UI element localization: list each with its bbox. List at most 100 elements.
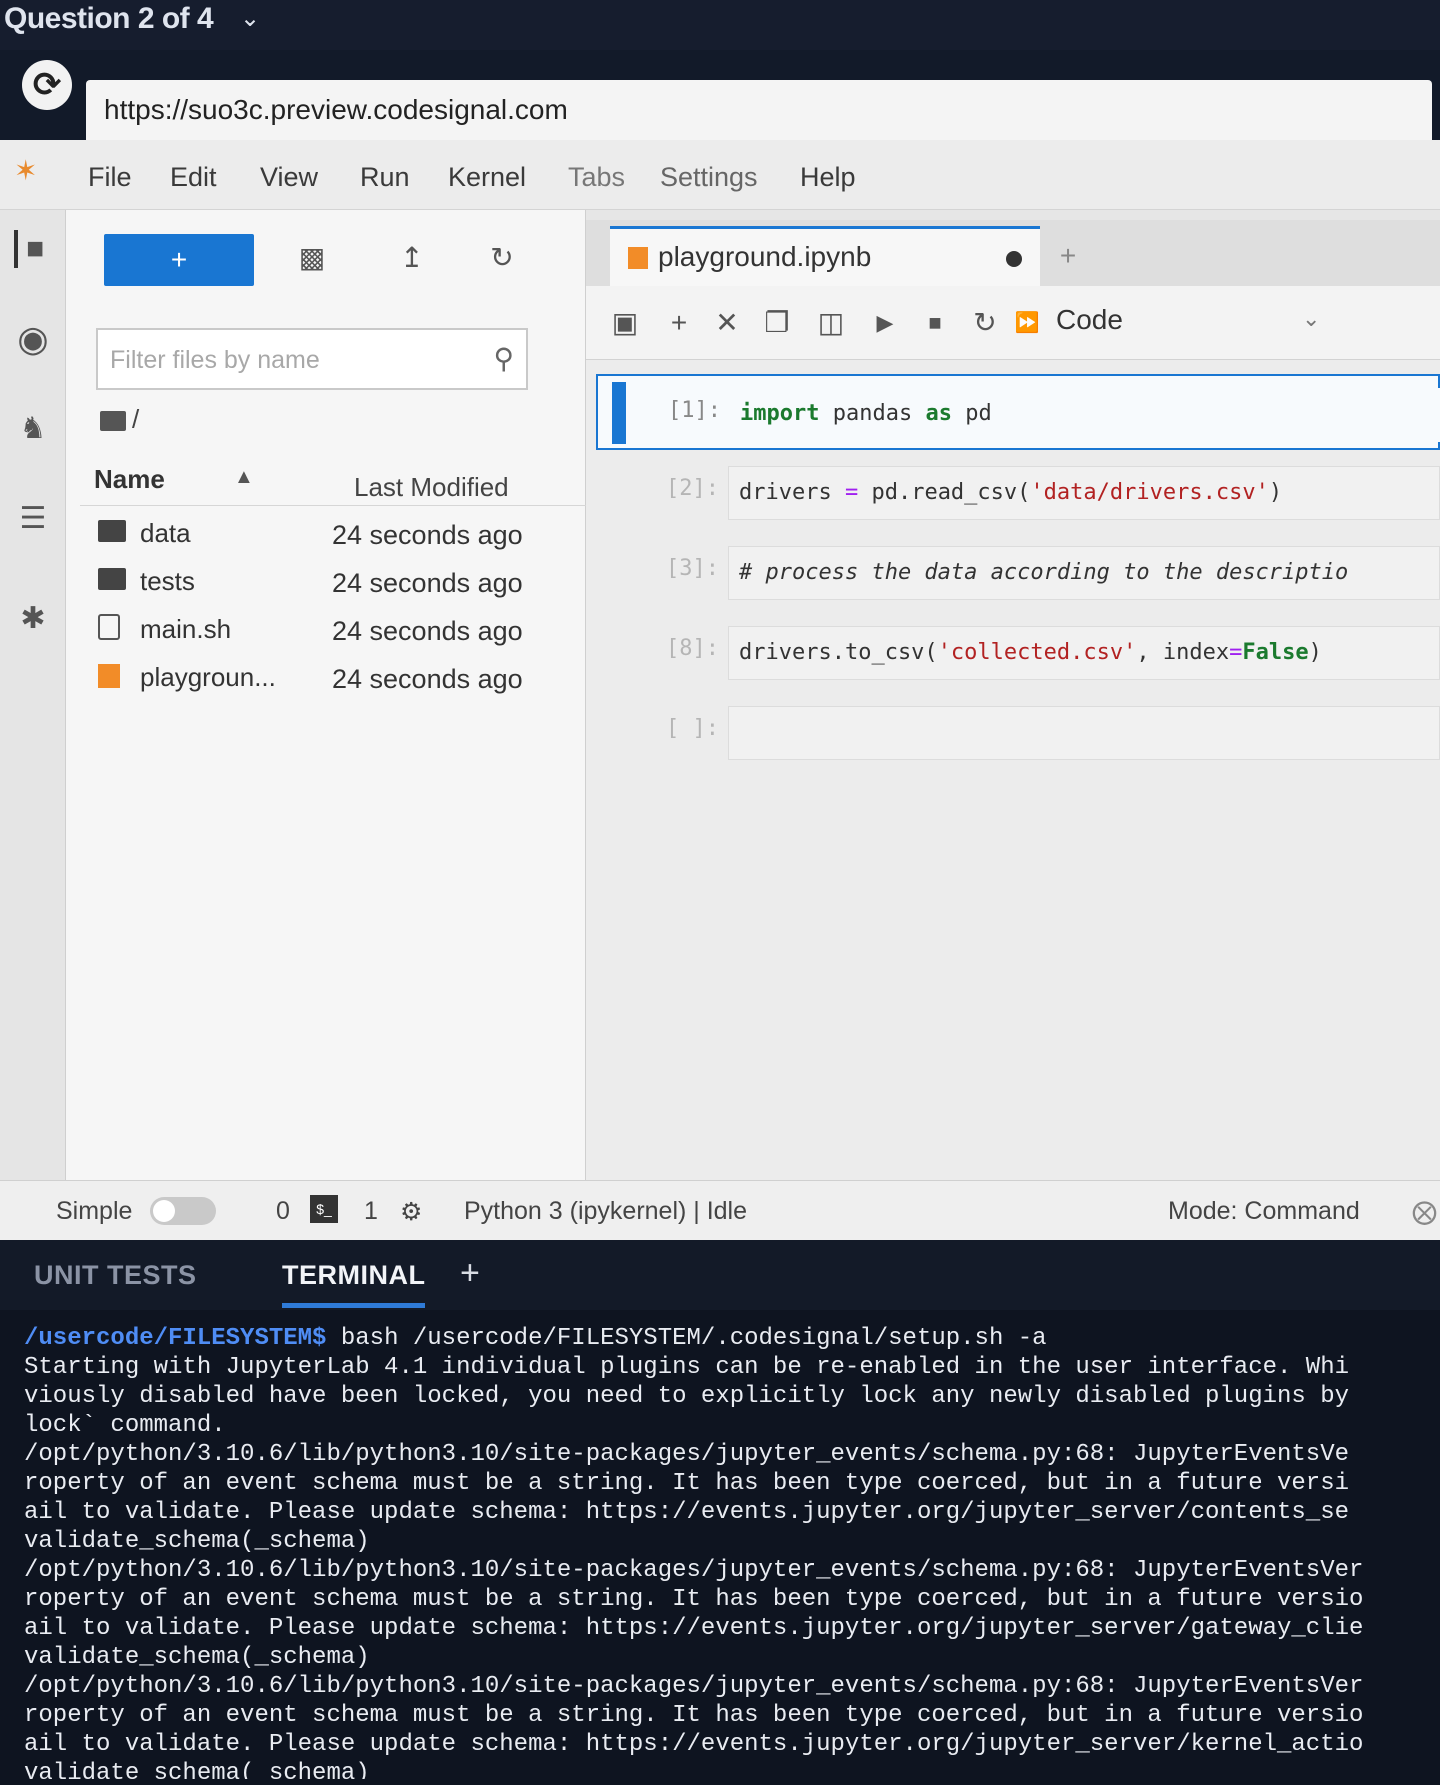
chevron-down-icon[interactable]: ⌄ xyxy=(240,4,260,33)
menu-bar: ✶ File Edit View Run Kernel Tabs Setting… xyxy=(0,140,1440,210)
new-folder-icon[interactable]: ▩ xyxy=(294,240,330,276)
code-cell[interactable]: [2]: drivers = pd.read_csv('data/drivers… xyxy=(596,454,1440,530)
column-last-modified[interactable]: Last Modified xyxy=(354,472,509,503)
notebook-tab-bar: playground.ipynb + xyxy=(586,220,1440,286)
terminal-command: bash /usercode/FILESYSTEM/.codesignal/se… xyxy=(326,1325,1047,1352)
breadcrumb[interactable]: / xyxy=(100,404,139,435)
new-launcher-button[interactable]: + xyxy=(104,234,254,286)
file-row[interactable]: playgroun... 24 seconds ago xyxy=(80,654,586,700)
reload-icon[interactable]: ⟳ xyxy=(22,60,72,110)
cell-prompt: [1]: xyxy=(668,398,721,423)
file-modified: 24 seconds ago xyxy=(332,568,523,598)
file-browser: + ▩ ↥ ↻ ⚲ / Name ▲ Last Modified data 24… xyxy=(66,210,586,1180)
chevron-down-icon[interactable]: ⌄ xyxy=(1302,306,1320,332)
users-icon[interactable]: ♞ xyxy=(14,410,52,448)
cell-input[interactable]: drivers = pd.read_csv('data/drivers.csv'… xyxy=(728,466,1440,520)
terminal-line: validate_schema(_schema) xyxy=(24,1528,370,1555)
jupyterlab-app: ✶ File Edit View Run Kernel Tabs Setting… xyxy=(0,140,1440,1240)
paste-icon[interactable]: ◫ xyxy=(812,304,850,342)
code-cell[interactable]: [3]: # process the data according to the… xyxy=(596,534,1440,610)
kernels-count[interactable]: 1 xyxy=(364,1197,378,1226)
save-icon[interactable]: ▣ xyxy=(606,304,644,342)
stop-icon[interactable]: ■ xyxy=(916,304,954,342)
terminals-count[interactable]: 0 xyxy=(276,1197,290,1226)
breadcrumb-root[interactable]: / xyxy=(132,404,139,434)
folder-icon xyxy=(98,568,126,590)
cell-input[interactable]: # process the data according to the desc… xyxy=(728,546,1440,600)
terminal-line: /opt/python/3.10.6/lib/python3.10/site-p… xyxy=(24,1441,1350,1468)
extension-icon[interactable]: ✱ xyxy=(14,600,52,638)
terminal-line: ail to validate. Please update schema: h… xyxy=(24,1499,1350,1526)
menu-run[interactable]: Run xyxy=(360,162,410,193)
notification-icon[interactable]: ⨂ xyxy=(1412,1197,1437,1227)
file-modified: 24 seconds ago xyxy=(332,616,523,646)
upload-icon[interactable]: ↥ xyxy=(394,240,430,276)
table-of-contents-icon[interactable]: ☰ xyxy=(14,500,52,538)
cell-input[interactable] xyxy=(728,706,1440,760)
file-row[interactable]: data 24 seconds ago xyxy=(80,510,586,556)
file-name: playgroun... xyxy=(140,662,276,692)
unsaved-dot-icon[interactable] xyxy=(1006,251,1022,267)
notebook-icon xyxy=(628,247,648,269)
notebook-mode[interactable]: Mode: Command xyxy=(1168,1197,1360,1226)
menu-view[interactable]: View xyxy=(260,162,318,193)
cell-input[interactable]: import pandas as pd xyxy=(730,388,1440,442)
run-icon[interactable]: ▶ xyxy=(866,304,904,342)
browser-address-area: ⟳ https://suo3c.preview.codesignal.com xyxy=(0,50,1440,140)
file-icon xyxy=(98,614,120,640)
cut-icon[interactable]: ✕ xyxy=(708,304,746,342)
new-tab-button[interactable]: + xyxy=(1046,234,1090,278)
cell-prompt: [3]: xyxy=(666,556,719,581)
tab-playground[interactable]: playground.ipynb xyxy=(610,226,1040,286)
cell-input[interactable]: drivers.to_csv('collected.csv', index=Fa… xyxy=(728,626,1440,680)
notebook-area: playground.ipynb + ▣ + ✕ ❐ ◫ ▶ ■ ↻ ⏩ Cod… xyxy=(586,210,1440,1180)
menu-kernel[interactable]: Kernel xyxy=(448,162,526,193)
simple-mode-toggle[interactable] xyxy=(150,1197,216,1225)
terminal-command-line: /usercode/FILESYSTEM$ bash /usercode/FIL… xyxy=(24,1324,1434,1353)
jupyter-logo-icon: ✶ xyxy=(14,155,38,186)
code-cell[interactable]: [1]: import pandas as pd xyxy=(596,374,1440,450)
folder-icon[interactable]: ■ xyxy=(14,230,52,268)
question-title[interactable]: Question 2 of 4 xyxy=(4,2,214,36)
simple-mode-label: Simple xyxy=(56,1197,133,1225)
refresh-icon[interactable]: ↻ xyxy=(484,240,520,276)
terminal-line: validate_schema(_schema) xyxy=(24,1644,370,1671)
file-row[interactable]: main.sh 24 seconds ago xyxy=(80,606,586,652)
tab-terminal[interactable]: TERMINAL xyxy=(282,1260,426,1308)
menu-help[interactable]: Help xyxy=(800,162,856,193)
url-field[interactable]: https://suo3c.preview.codesignal.com xyxy=(86,80,1432,140)
active-cell-indicator xyxy=(612,382,626,444)
restart-icon[interactable]: ↻ xyxy=(966,304,1004,342)
insert-cell-icon[interactable]: + xyxy=(660,304,698,342)
filter-files-input[interactable] xyxy=(110,340,470,380)
column-name[interactable]: Name xyxy=(94,464,165,495)
copy-icon[interactable]: ❐ xyxy=(758,304,796,342)
tab-label: playground.ipynb xyxy=(658,241,872,272)
status-bar: Simple 0 $_ 1 ⚙ Python 3 (ipykernel) | I… xyxy=(0,1180,1440,1240)
menu-edit[interactable]: Edit xyxy=(170,162,217,193)
terminal-line: Starting with JupyterLab 4.1 individual … xyxy=(24,1354,1350,1381)
file-row[interactable]: tests 24 seconds ago xyxy=(80,558,586,604)
terminal-line: ail to validate. Please update schema: h… xyxy=(24,1731,1364,1758)
kernel-status[interactable]: Python 3 (ipykernel) | Idle xyxy=(464,1197,747,1226)
terminal-output[interactable]: /usercode/FILESYSTEM$ bash /usercode/FIL… xyxy=(24,1324,1434,1779)
cell-prompt: [8]: xyxy=(666,636,719,661)
fast-forward-icon[interactable]: ⏩ xyxy=(1012,304,1042,342)
bottom-panel: UNIT TESTS TERMINAL + /usercode/FILESYST… xyxy=(0,1240,1440,1785)
menu-settings[interactable]: Settings xyxy=(660,162,758,193)
folder-icon xyxy=(98,520,126,542)
running-kernels-icon[interactable]: ◉ xyxy=(14,320,52,358)
sort-up-icon: ▲ xyxy=(234,466,254,488)
file-name: data xyxy=(140,518,191,548)
question-bar: Question 2 of 4 ⌄ xyxy=(0,0,1440,50)
terminal-line: roperty of an event schema must be a str… xyxy=(24,1702,1364,1729)
code-cell[interactable]: [ ]: xyxy=(596,694,1440,770)
menu-tabs[interactable]: Tabs xyxy=(568,162,625,193)
cell-type-select[interactable]: Code xyxy=(1056,304,1123,336)
filter-box: ⚲ xyxy=(96,328,528,390)
menu-file[interactable]: File xyxy=(88,162,132,193)
file-modified: 24 seconds ago xyxy=(332,520,523,550)
add-tab-button[interactable]: + xyxy=(460,1254,480,1293)
tab-unit-tests[interactable]: UNIT TESTS xyxy=(34,1260,197,1291)
code-cell[interactable]: [8]: drivers.to_csv('collected.csv', ind… xyxy=(596,614,1440,690)
